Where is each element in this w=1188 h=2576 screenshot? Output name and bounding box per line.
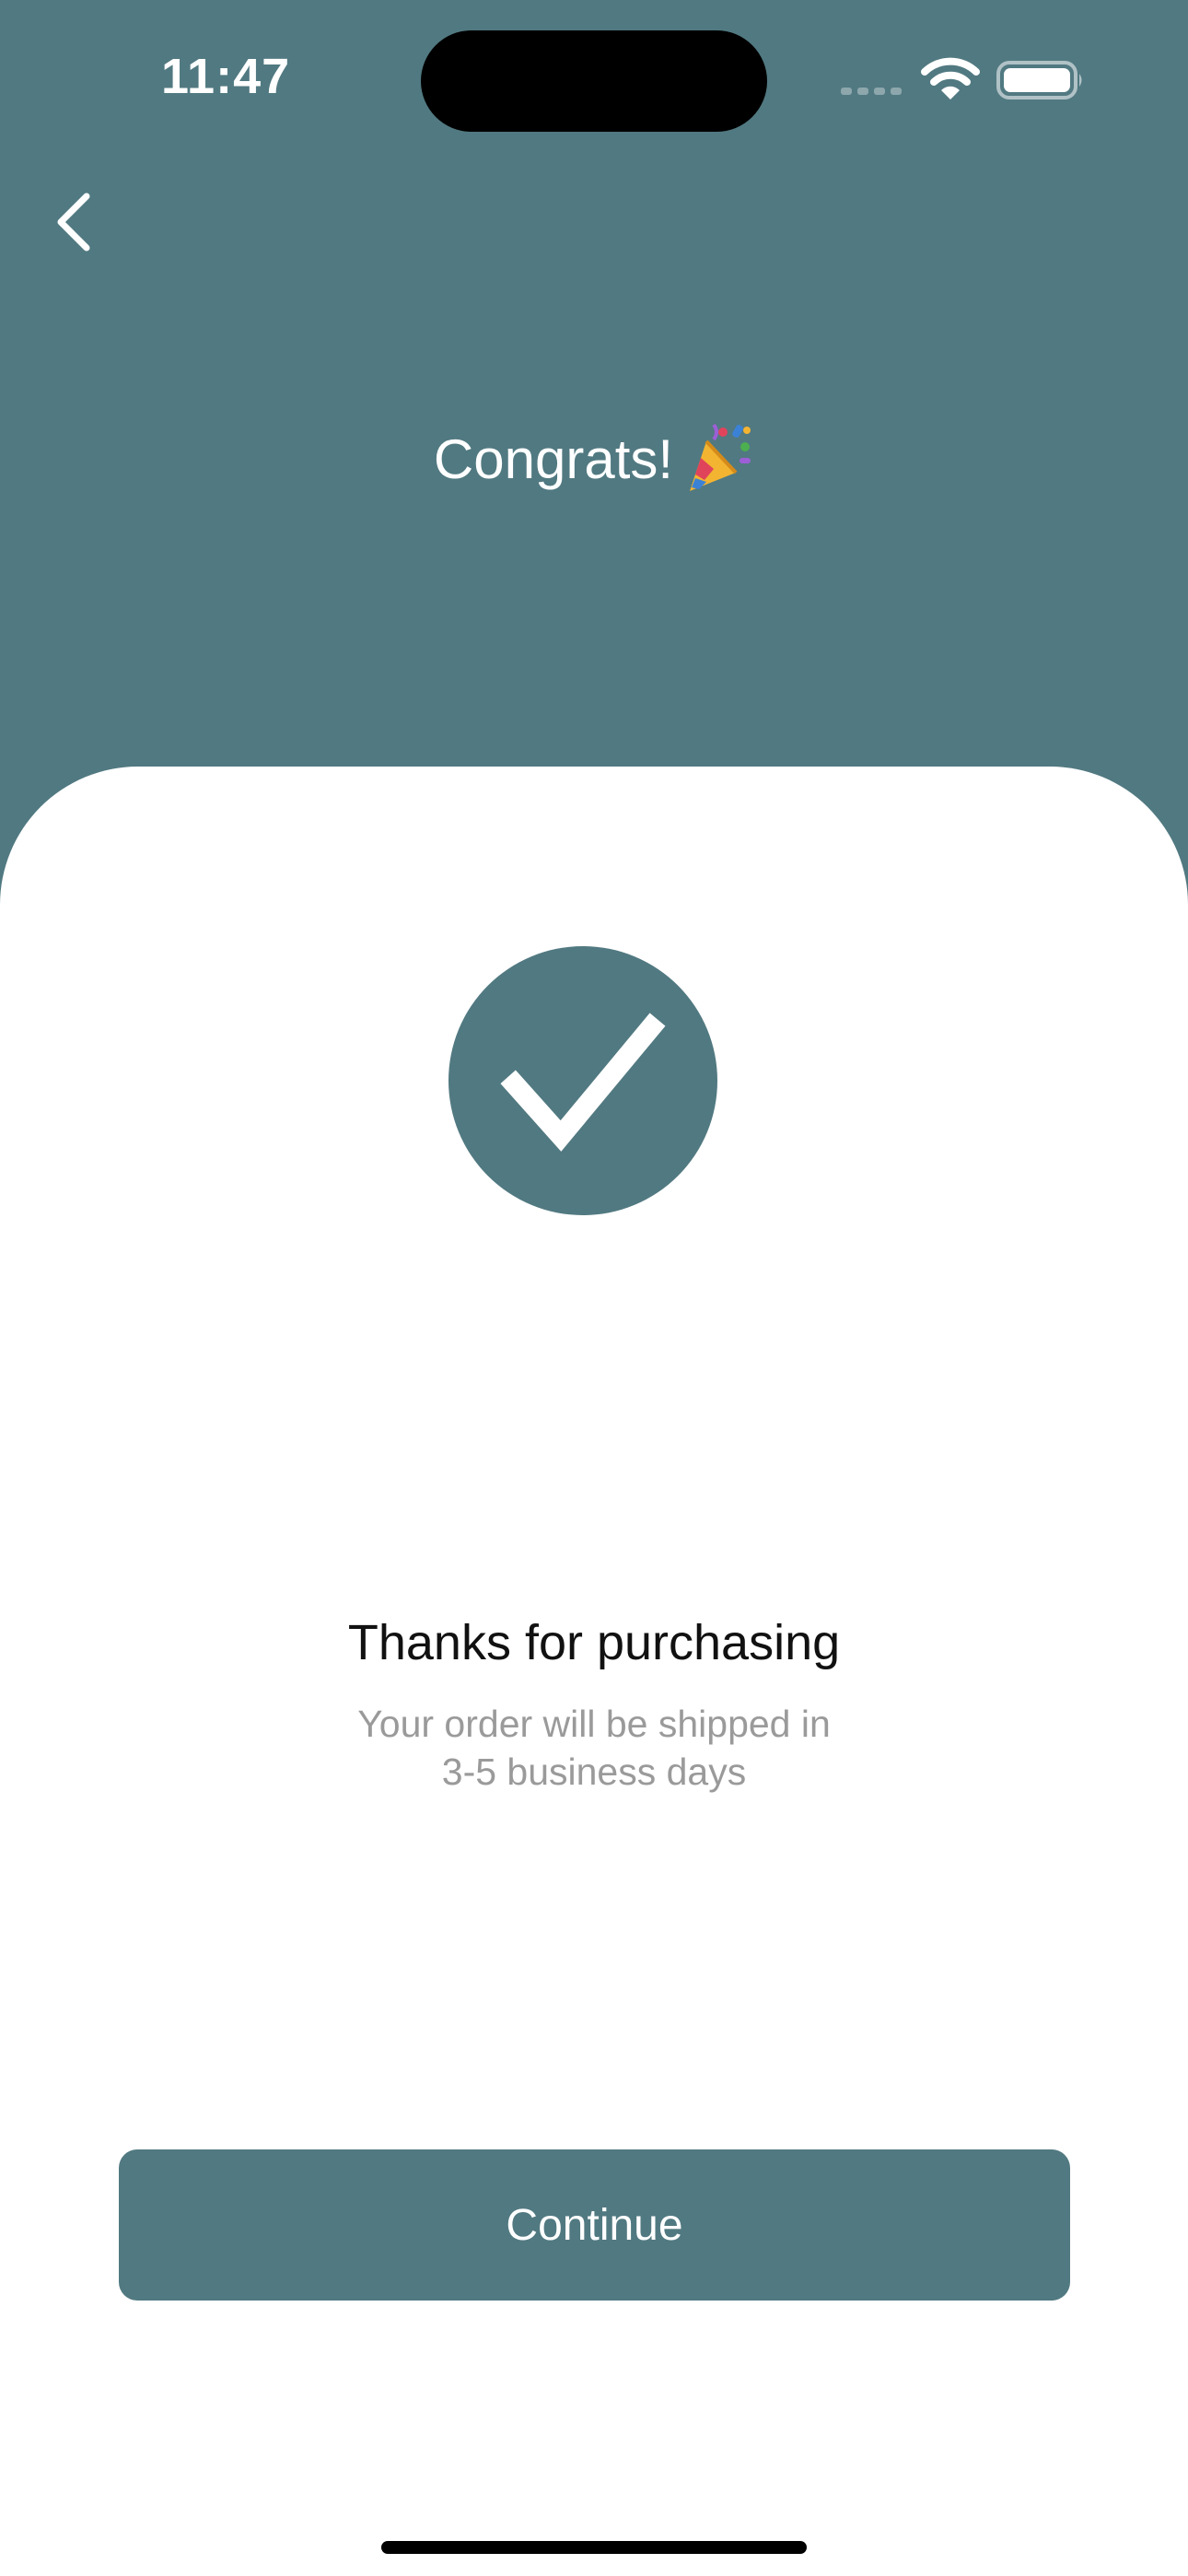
checkmark-icon bbox=[500, 1013, 666, 1152]
continue-button[interactable]: Continue bbox=[119, 2149, 1070, 2301]
confirmation-message-line1: Your order will be shipped in bbox=[357, 1703, 831, 1745]
battery-icon bbox=[996, 61, 1082, 100]
page-title-text: Congrats! bbox=[433, 427, 674, 490]
confirmation-message: Your order will be shipped in 3-5 busine… bbox=[318, 1700, 870, 1796]
confirmation-message-line2: 3-5 business days bbox=[441, 1751, 747, 1793]
success-badge bbox=[448, 946, 717, 1215]
back-button[interactable] bbox=[37, 181, 111, 263]
cellular-signal-icon bbox=[841, 88, 902, 95]
party-popper-icon bbox=[686, 419, 754, 508]
confirmation-heading: Thanks for purchasing bbox=[347, 1615, 841, 1670]
order-confirmation-screen: 11:47 Congrats! Thanks for purchasing Yo… bbox=[0, 0, 1188, 2576]
status-time: 11:47 bbox=[161, 49, 291, 104]
home-indicator[interactable] bbox=[381, 2541, 807, 2554]
chevron-left-icon bbox=[57, 193, 90, 252]
dynamic-island bbox=[421, 30, 767, 132]
wifi-icon bbox=[921, 57, 980, 100]
page-title: Congrats! bbox=[0, 419, 1188, 508]
